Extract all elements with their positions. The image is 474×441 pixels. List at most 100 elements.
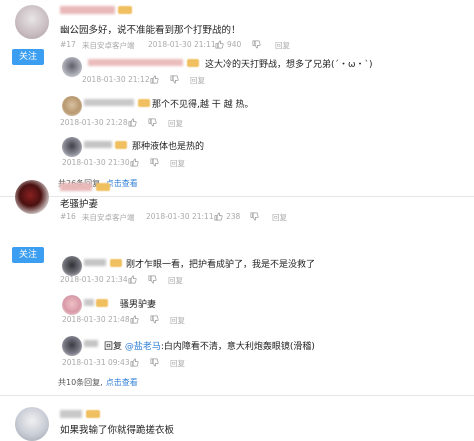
reply-username[interactable]: [84, 99, 134, 106]
thumb-down-icon: [170, 75, 179, 84]
avatar[interactable]: [62, 295, 82, 315]
avatar[interactable]: [62, 57, 82, 77]
follow-button[interactable]: 关注: [12, 49, 44, 65]
dislike-button[interactable]: [252, 40, 261, 49]
level-badge: [86, 410, 100, 418]
dislike-button[interactable]: [148, 118, 157, 127]
level-badge: [138, 99, 150, 107]
divider: [0, 395, 474, 396]
thumb-down-icon: [250, 212, 259, 221]
dislike-button[interactable]: [250, 212, 259, 221]
reply-time: 2018-01-30 21:30: [62, 158, 130, 167]
like-button[interactable]: [150, 75, 159, 84]
thumb-up-icon: [214, 212, 223, 221]
like-button[interactable]: 940: [215, 40, 241, 49]
thumb-up-icon: [215, 40, 224, 49]
reply-text: 这大冷的天打野战，想多了兄弟(´・ω・`): [205, 60, 373, 70]
reply-username[interactable]: [88, 59, 183, 66]
username[interactable]: [60, 410, 82, 418]
follow-button[interactable]: 关注: [12, 247, 44, 263]
level-badge: [96, 299, 108, 307]
reply-button[interactable]: 回复: [170, 358, 185, 369]
like-button[interactable]: [130, 158, 139, 167]
reply-suffix: :白内障看不清，意大利炮轰眼镜(滑稽): [160, 342, 315, 352]
dislike-button[interactable]: [150, 358, 159, 367]
more-replies: 共10条回复, 点击查看: [58, 377, 138, 388]
comment-time: 2018-01-30 21:11: [148, 40, 216, 49]
reply-button[interactable]: 回复: [272, 212, 287, 223]
comment-text: 如果我输了你就得跪搓衣板: [60, 425, 175, 436]
reply-prefix: 回复: [104, 342, 125, 352]
thumb-up-icon: [130, 358, 139, 367]
reply-time: 2018-01-30 21:34: [60, 275, 128, 284]
level-badge: [118, 6, 132, 14]
comment-text: 幽公园多好，说不准能看到那个打野战的！: [60, 25, 241, 36]
floor-number: #17: [60, 40, 76, 49]
thumb-down-icon: [150, 358, 159, 367]
reply-text: 刚才乍眼一看，把护看成驴了，我是不是没救了: [126, 260, 316, 270]
reply-username[interactable]: [84, 259, 106, 266]
comment-meta: #17: [60, 40, 76, 49]
avatar[interactable]: [62, 256, 82, 276]
dislike-button[interactable]: [148, 275, 157, 284]
like-count: 238: [226, 212, 241, 221]
more-replies-count: 共10条回复,: [58, 378, 103, 387]
reply-button[interactable]: 回复: [168, 118, 183, 129]
avatar[interactable]: [62, 96, 82, 116]
thumb-up-icon: [130, 315, 139, 324]
reply-text: 骚男驴妻: [120, 300, 157, 310]
username[interactable]: [60, 183, 92, 191]
level-badge: [115, 141, 127, 149]
avatar[interactable]: [62, 137, 82, 157]
level-badge: [96, 183, 110, 191]
reply-username[interactable]: [84, 299, 94, 306]
reply-button[interactable]: 回复: [168, 275, 183, 286]
reply-time: 2018-01-30 21:12: [82, 75, 150, 84]
reply-time: 2018-01-30 21:48: [62, 315, 130, 324]
reply-time: 2018-01-30 21:28: [60, 118, 128, 127]
reply-text: 回复 @盐老马:白内障看不清，意大利炮轰眼镜(滑稽): [104, 339, 315, 352]
dislike-button[interactable]: [150, 158, 159, 167]
like-button[interactable]: [130, 358, 139, 367]
thumb-down-icon: [150, 315, 159, 324]
avatar[interactable]: [62, 336, 82, 356]
comment-source: 来自安卓客户端: [82, 41, 135, 50]
thumb-down-icon: [148, 275, 157, 284]
comment-text: 老骚护妻: [60, 199, 99, 210]
comment-time: 2018-01-30 21:11: [146, 212, 214, 221]
like-count: 940: [227, 40, 242, 49]
reply-button[interactable]: 回复: [190, 75, 205, 86]
level-badge: [110, 259, 122, 267]
floor-number: #16: [60, 212, 76, 221]
avatar[interactable]: [15, 407, 49, 441]
like-button[interactable]: 238: [214, 212, 240, 221]
dislike-button[interactable]: [150, 315, 159, 324]
reply-username[interactable]: [84, 141, 112, 148]
reply-text: 那个不见得,越 干 越 热。: [152, 100, 254, 110]
reply-button[interactable]: 回复: [170, 315, 185, 326]
reply-button[interactable]: 回复: [170, 158, 185, 169]
thumb-down-icon: [252, 40, 261, 49]
username[interactable]: [60, 6, 115, 14]
thumb-up-icon: [128, 118, 137, 127]
like-button[interactable]: [128, 118, 137, 127]
like-button[interactable]: [128, 275, 137, 284]
thumb-up-icon: [128, 275, 137, 284]
avatar[interactable]: [15, 180, 49, 214]
thumb-up-icon: [150, 75, 159, 84]
thumb-down-icon: [148, 118, 157, 127]
reply-button[interactable]: 回复: [275, 40, 290, 51]
mention-link[interactable]: @盐老马: [125, 342, 161, 352]
avatar[interactable]: [15, 5, 49, 39]
like-button[interactable]: [130, 315, 139, 324]
reply-username[interactable]: [84, 340, 98, 347]
thumb-down-icon: [150, 158, 159, 167]
reply-time: 2018-01-31 09:43: [62, 358, 130, 367]
dislike-button[interactable]: [170, 75, 179, 84]
level-badge: [187, 59, 199, 67]
more-replies-link[interactable]: 点击查看: [106, 179, 138, 188]
comment-source: 来自安卓客户端: [82, 213, 135, 222]
reply-text: 那种液体也是热的: [132, 142, 205, 152]
thumb-up-icon: [130, 158, 139, 167]
more-replies-link[interactable]: 点击查看: [106, 378, 138, 387]
